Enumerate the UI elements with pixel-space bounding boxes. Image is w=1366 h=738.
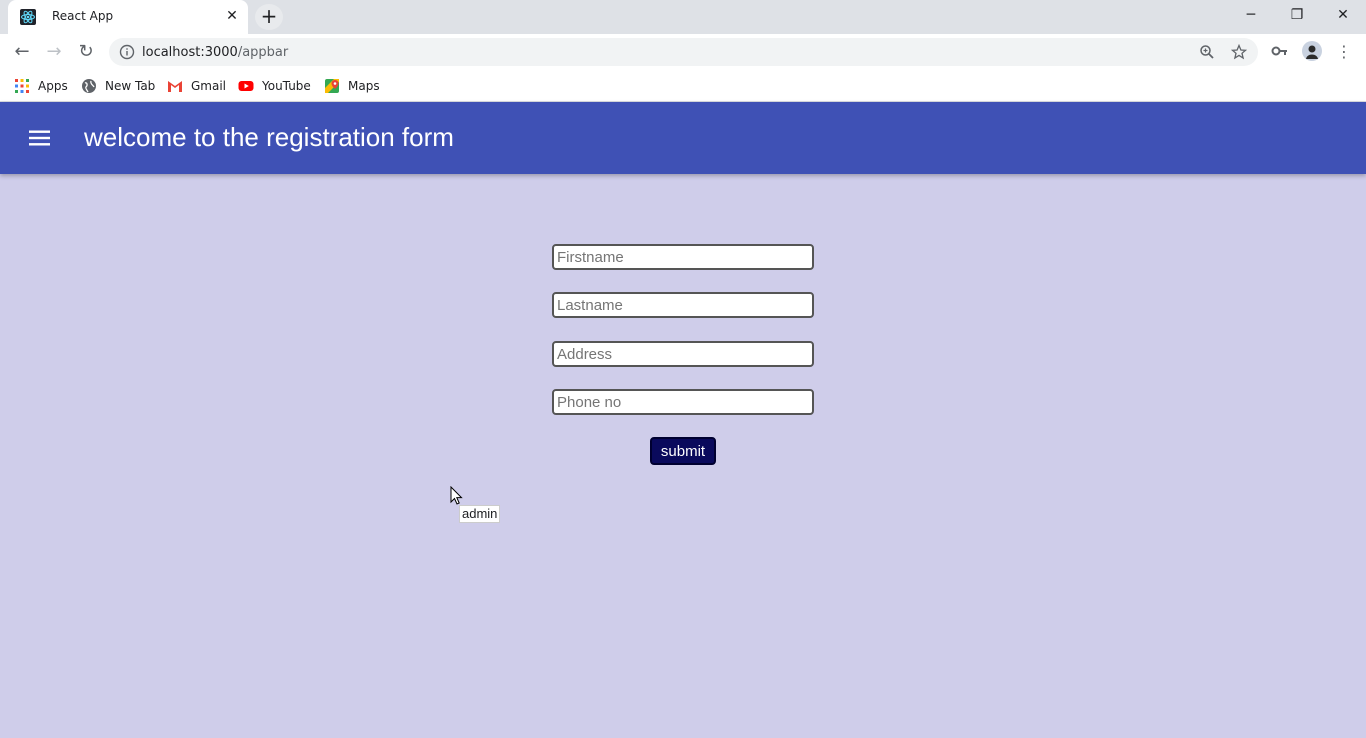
bookmark-gmail[interactable]: Gmail — [167, 76, 226, 96]
tab-close-icon[interactable]: ✕ — [224, 8, 240, 24]
react-logo-icon — [20, 9, 36, 25]
close-window-button[interactable]: ✕ — [1320, 0, 1366, 30]
firstname-input[interactable] — [552, 244, 814, 270]
tab-strip: React App ✕ + ─ ❐ ✕ — [0, 0, 1366, 34]
back-button[interactable]: ← — [8, 38, 36, 66]
lastname-input[interactable] — [552, 292, 814, 318]
key-icon[interactable] — [1271, 42, 1289, 60]
bookmark-youtube[interactable]: YouTube — [238, 76, 311, 96]
bookmark-apps[interactable]: Apps — [14, 76, 68, 96]
bookmark-label: New Tab — [105, 79, 156, 93]
restore-button[interactable]: ❐ — [1274, 0, 1320, 30]
url-text[interactable]: localhost:3000/appbar — [142, 45, 288, 60]
bookmark-star-icon[interactable] — [1231, 44, 1247, 60]
address-input[interactable] — [552, 341, 814, 367]
tooltip: admin — [459, 505, 501, 523]
bookmark-maps[interactable]: Maps — [324, 76, 380, 96]
youtube-icon — [238, 81, 254, 91]
tab-react-app[interactable]: React App ✕ — [8, 0, 248, 34]
app-bar: welcome to the registration form — [0, 102, 1366, 174]
minimize-button[interactable]: ─ — [1228, 0, 1274, 30]
browser-chrome: React App ✕ + ─ ❐ ✕ ← → ↻ localhost:3000… — [0, 0, 1366, 102]
url-path: /appbar — [237, 45, 289, 60]
profile-avatar-icon[interactable] — [1302, 41, 1322, 61]
bookmark-label: YouTube — [262, 79, 311, 93]
url-host: localhost:3000 — [142, 45, 238, 60]
hamburger-menu-icon[interactable] — [20, 118, 60, 158]
bookmark-label: Apps — [38, 79, 68, 93]
browser-menu-icon[interactable]: ⋮ — [1330, 38, 1358, 66]
globe-icon — [82, 79, 96, 93]
address-bar[interactable]: localhost:3000/appbar — [109, 38, 1258, 66]
maps-icon — [325, 79, 339, 93]
bookmark-new-tab[interactable]: New Tab — [81, 76, 155, 96]
gmail-icon — [168, 81, 182, 92]
info-icon[interactable] — [119, 44, 135, 60]
zoom-icon[interactable] — [1199, 44, 1215, 60]
submit-button[interactable]: submit — [650, 437, 716, 465]
phone-input[interactable] — [552, 389, 814, 415]
mouse-cursor-icon — [450, 486, 463, 505]
apps-grid-icon — [15, 79, 29, 93]
bookmark-label: Maps — [348, 79, 380, 93]
browser-toolbar: ← → ↻ localhost:3000/appbar ⋮ — [0, 34, 1366, 70]
new-tab-button[interactable]: + — [255, 4, 283, 30]
forward-button[interactable]: → — [40, 38, 68, 66]
bookmark-label: Gmail — [191, 79, 227, 93]
tab-title: React App — [52, 9, 114, 23]
bookmarks-bar: Apps New Tab Gmail YouTube Maps — [0, 70, 1366, 102]
page-title: welcome to the registration form — [84, 122, 454, 152]
reload-button[interactable]: ↻ — [72, 38, 100, 66]
